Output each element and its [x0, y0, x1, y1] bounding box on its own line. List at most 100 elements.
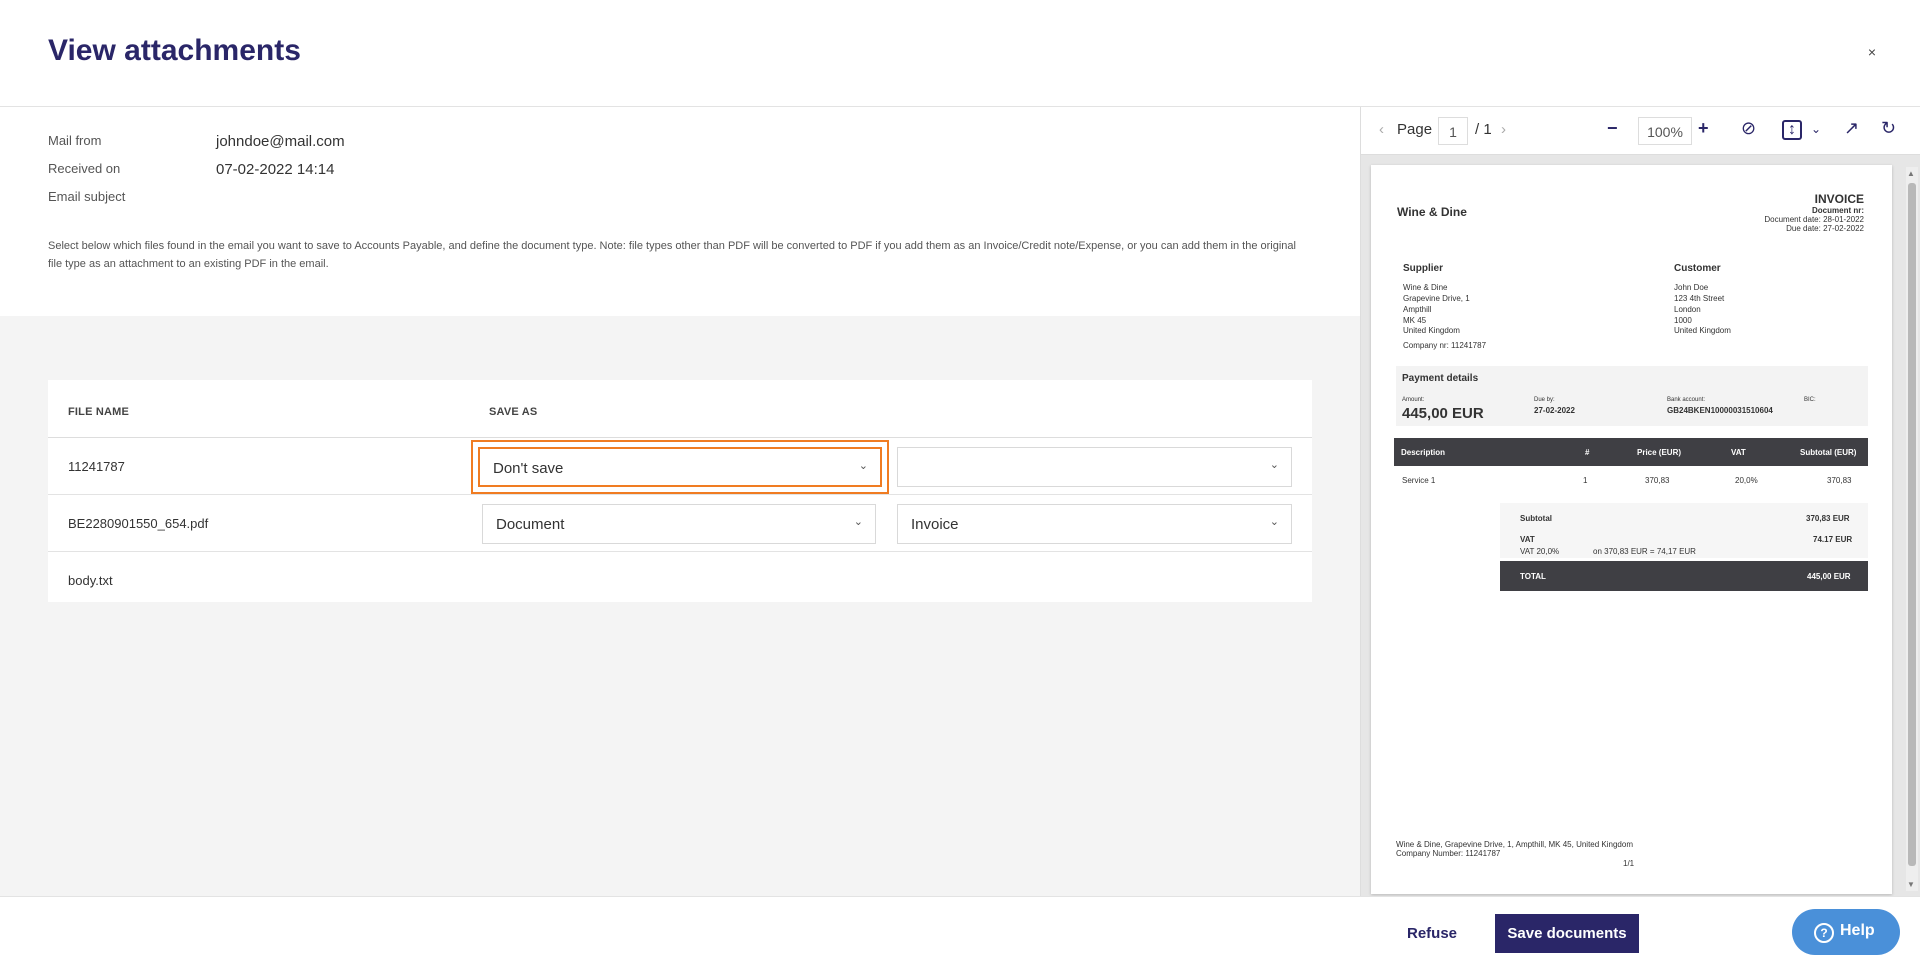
- document-type-select[interactable]: ⌄: [897, 447, 1292, 487]
- file-name: body.txt: [68, 573, 113, 588]
- document-type-select[interactable]: Invoice ⌄: [897, 504, 1292, 544]
- supplier-line: Ampthill: [1403, 305, 1432, 314]
- payment-heading: Payment details: [1402, 373, 1479, 384]
- subtotal-value: 370,83 EUR: [1806, 514, 1850, 523]
- zoom-out-icon[interactable]: −: [1607, 118, 1618, 139]
- amount-label: Amount:: [1402, 397, 1425, 403]
- invoice-company: Wine & Dine: [1397, 205, 1467, 219]
- invoice-due-date: Due date: 27-02-2022: [1786, 224, 1864, 233]
- zoom-input[interactable]: 100%: [1638, 117, 1692, 145]
- total-value: 445,00 EUR: [1807, 572, 1851, 581]
- invoice-page-number: 1/1: [1623, 859, 1635, 868]
- save-as-value: Document: [496, 516, 565, 533]
- customer-line: United Kingdom: [1674, 326, 1731, 335]
- help-button[interactable]: ? Help: [1792, 909, 1900, 955]
- col-vat: VAT: [1731, 448, 1746, 457]
- line-qty: 1: [1583, 476, 1588, 485]
- chevron-down-icon: ⌄: [1269, 516, 1279, 528]
- supplier-line: United Kingdom: [1403, 326, 1460, 335]
- viewer-toolbar: ‹ Page 1 / 1 › − 100% + ⊘ ↕ ⌄ ↗ ↻: [1361, 107, 1920, 155]
- chevron-down-icon: ⌄: [1269, 459, 1279, 471]
- invoice-doc-nr: Document nr:: [1812, 206, 1864, 215]
- page-label: Page: [1397, 121, 1433, 138]
- page-number-input[interactable]: 1: [1438, 117, 1468, 145]
- company-nr: Company nr: 11241787: [1403, 341, 1487, 350]
- chevron-down-icon: ⌄: [858, 460, 868, 472]
- modal-footer: Refuse Save documents ? Help: [0, 896, 1920, 969]
- customer-line: 123 4th Street: [1674, 294, 1725, 303]
- chevron-right-icon[interactable]: ›: [1501, 121, 1506, 138]
- column-header-save-as: SAVE AS: [489, 406, 538, 418]
- received-on-value: 07-02-2022 14:14: [216, 161, 335, 178]
- customer-heading: Customer: [1674, 263, 1721, 274]
- save-as-value: Don't save: [493, 460, 564, 477]
- line-subtotal: 370,83: [1827, 476, 1852, 485]
- mail-from-value: johndoe@mail.com: [216, 133, 345, 150]
- page-total: / 1: [1475, 121, 1492, 138]
- vat-rate: VAT 20,0%: [1520, 547, 1560, 556]
- viewer-scrollbar[interactable]: ▲ ▼: [1906, 167, 1918, 891]
- customer-line: 1000: [1674, 316, 1692, 325]
- save-documents-button[interactable]: Save documents: [1495, 914, 1639, 953]
- mail-from-label: Mail from: [48, 133, 102, 148]
- help-label: Help: [1840, 922, 1875, 939]
- invoice-footer-company: Company Number: 11241787: [1396, 849, 1501, 858]
- rotate-icon[interactable]: ↻: [1881, 118, 1896, 139]
- customer-line: London: [1674, 305, 1701, 314]
- scrollbar-thumb[interactable]: [1908, 183, 1916, 866]
- col-qty: #: [1585, 448, 1590, 457]
- line-description: Service 1: [1402, 476, 1436, 485]
- invoice-doc-date: Document date: 28-01-2022: [1764, 215, 1864, 224]
- help-icon: ?: [1814, 923, 1834, 943]
- line-items-header: [1394, 438, 1868, 466]
- subtotal-label: Subtotal: [1520, 514, 1552, 523]
- attachments-panel: Mail from johndoe@mail.com Received on 0…: [0, 107, 1360, 896]
- column-header-file-name: FILE NAME: [68, 406, 130, 418]
- table-row: BE2280901550_654.pdf Document ⌄ Invoice …: [48, 495, 1312, 552]
- instructions-note: Select below which files found in the em…: [48, 240, 1296, 270]
- vat-value: 74.17 EUR: [1813, 535, 1853, 544]
- total-label: TOTAL: [1520, 572, 1546, 581]
- invoice-page: Wine & Dine INVOICE Document nr: Documen…: [1371, 165, 1892, 894]
- supplier-line: Grapevine Drive, 1: [1403, 294, 1470, 303]
- scroll-up-icon[interactable]: ▲: [1907, 169, 1915, 178]
- vat-label: VAT: [1520, 535, 1535, 544]
- chevron-left-icon[interactable]: ‹: [1379, 121, 1384, 138]
- vat-detail: on 370,83 EUR = 74,17 EUR: [1593, 547, 1696, 556]
- close-icon[interactable]: ×: [1868, 44, 1876, 60]
- zoom-in-icon[interactable]: +: [1698, 118, 1709, 139]
- table-row: 11241787 Don't save ⌄ ⌄: [48, 438, 1312, 495]
- supplier-line: MK 45: [1403, 316, 1427, 325]
- due-by-label: Due by:: [1534, 397, 1555, 403]
- line-price: 370,83: [1645, 476, 1670, 485]
- file-name: 11241787: [68, 459, 125, 474]
- amount-value: 445,00 EUR: [1402, 405, 1484, 422]
- attachments-table: FILE NAME SAVE AS 11241787 Don't save ⌄ …: [48, 380, 1312, 602]
- hide-annotations-icon[interactable]: ⊘: [1741, 118, 1756, 139]
- file-name: BE2280901550_654.pdf: [68, 516, 209, 531]
- invoice-footer-address: Wine & Dine, Grapevine Drive, 1, Ampthil…: [1396, 840, 1633, 849]
- bank-label: Bank account:: [1667, 397, 1706, 403]
- email-info: Mail from johndoe@mail.com Received on 0…: [0, 107, 1360, 316]
- supplier-heading: Supplier: [1403, 263, 1444, 274]
- email-subject-label: Email subject: [48, 189, 126, 204]
- pdf-viewer: ‹ Page 1 / 1 › − 100% + ⊘ ↕ ⌄ ↗ ↻ Wine &…: [1360, 107, 1920, 896]
- supplier-line: Wine & Dine: [1403, 283, 1448, 292]
- customer-line: John Doe: [1674, 283, 1709, 292]
- fit-page-icon[interactable]: ↕: [1782, 120, 1802, 140]
- chevron-down-icon[interactable]: ⌄: [1811, 122, 1821, 136]
- bic-label: BIC:: [1804, 397, 1816, 403]
- page-title: View attachments: [48, 34, 301, 67]
- refuse-button[interactable]: Refuse: [1407, 925, 1457, 942]
- line-vat: 20,0%: [1735, 476, 1758, 485]
- scroll-down-icon[interactable]: ▼: [1907, 880, 1915, 889]
- col-subtotal: Subtotal (EUR): [1800, 448, 1857, 457]
- bank-value: GB24BKEN10000031510604: [1667, 406, 1773, 415]
- invoice-title: INVOICE: [1814, 192, 1864, 206]
- save-as-select[interactable]: Document ⌄: [482, 504, 876, 544]
- modal-header: View attachments ×: [0, 0, 1920, 107]
- col-price: Price (EUR): [1637, 448, 1682, 457]
- open-external-icon[interactable]: ↗: [1844, 118, 1859, 139]
- chevron-down-icon: ⌄: [853, 516, 863, 528]
- save-as-select[interactable]: Don't save ⌄: [478, 447, 882, 487]
